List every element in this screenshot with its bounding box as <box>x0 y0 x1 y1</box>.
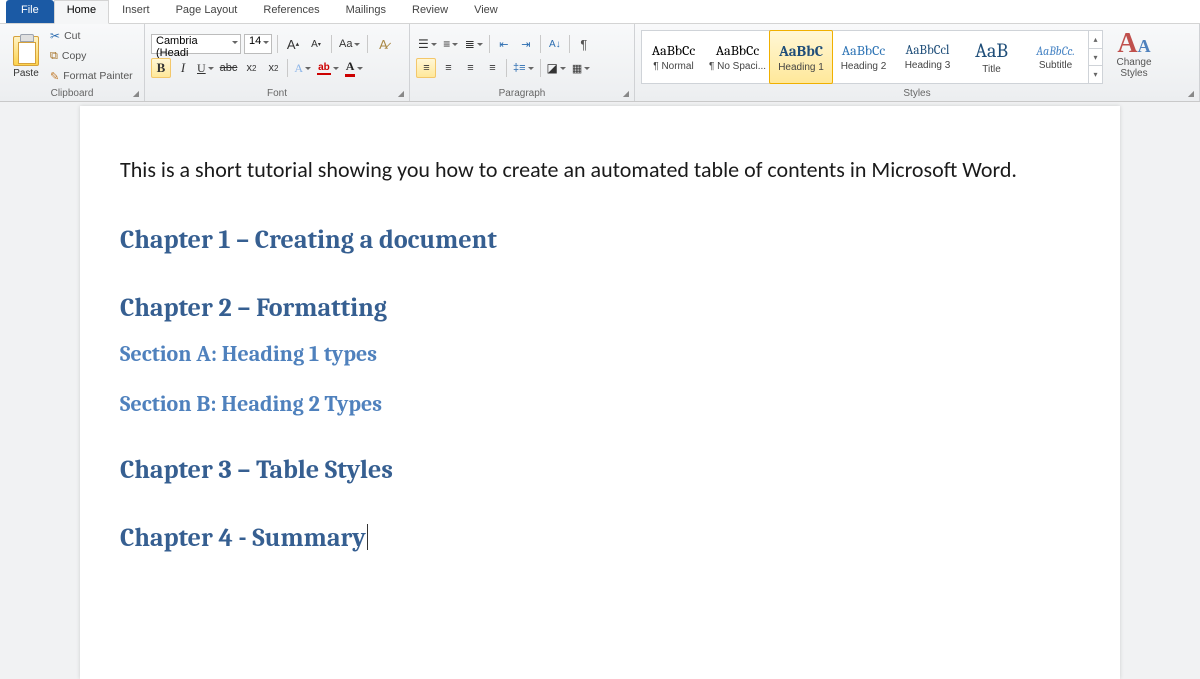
borders-button[interactable]: ▦ <box>570 58 592 78</box>
multilevel-list-button[interactable]: ≣ <box>463 34 485 54</box>
page[interactable]: This is a short tutorial showing you how… <box>80 106 1120 679</box>
ribbon-tabs: File Home Insert Page Layout References … <box>0 0 1200 24</box>
clipboard-launcher-icon[interactable]: ◢ <box>131 89 141 99</box>
tab-insert[interactable]: Insert <box>109 0 163 23</box>
group-label-clipboard: Clipboard ◢ <box>0 88 144 101</box>
tab-page-layout[interactable]: Page Layout <box>163 0 251 23</box>
heading-chapter-4[interactable]: Chapter 4 - Summary <box>120 523 1080 553</box>
gallery-down-icon[interactable]: ▾ <box>1089 49 1102 67</box>
heading-section-a[interactable]: Section A: Heading 1 types <box>120 341 1080 367</box>
copy-icon: ⧉ <box>50 50 58 63</box>
style-no-spacing[interactable]: AaBbCc ¶ No Spaci... <box>706 31 770 83</box>
change-case-button[interactable]: Aa <box>337 34 362 54</box>
format-painter-button[interactable]: ✎ Format Painter <box>50 67 133 85</box>
superscript-button[interactable]: x2 <box>263 58 283 78</box>
gallery-up-icon[interactable]: ▴ <box>1089 31 1102 49</box>
style-subtitle[interactable]: AaBbCc. Subtitle <box>1024 31 1088 83</box>
highlight-button[interactable]: ab <box>315 58 341 78</box>
paste-icon <box>13 36 39 66</box>
bold-button[interactable]: B <box>151 58 171 78</box>
underline-button[interactable]: U <box>195 58 216 78</box>
justify-button[interactable]: ≡ <box>482 58 502 78</box>
align-left-button[interactable]: ≡ <box>416 58 436 78</box>
heading-chapter-1[interactable]: Chapter 1 – Creating a document <box>120 225 1080 255</box>
paste-label: Paste <box>13 68 39 79</box>
tab-view[interactable]: View <box>461 0 511 23</box>
font-color-button[interactable]: A <box>343 58 366 78</box>
cut-button[interactable]: ✂ Cut <box>50 27 133 45</box>
gallery-more-icon[interactable]: ▾ <box>1089 66 1102 83</box>
scissors-icon: ✂ <box>50 29 60 43</box>
cut-label: Cut <box>64 30 80 42</box>
align-right-button[interactable]: ≡ <box>460 58 480 78</box>
font-name-select[interactable]: Cambria (Headi <box>151 34 241 54</box>
style-heading-2[interactable]: AaBbCc Heading 2 <box>832 31 896 83</box>
style-normal[interactable]: AaBbCc ¶ Normal <box>642 31 706 83</box>
strikethrough-button[interactable]: abc <box>218 58 240 78</box>
change-styles-button[interactable]: AA Change Styles <box>1107 33 1161 79</box>
format-painter-label: Format Painter <box>63 70 132 82</box>
tab-file[interactable]: File <box>6 0 54 23</box>
style-heading-1[interactable]: AaBbC Heading 1 <box>769 30 833 84</box>
sort-button[interactable]: A↓ <box>545 34 565 54</box>
tab-review[interactable]: Review <box>399 0 461 23</box>
copy-button[interactable]: ⧉ Copy <box>50 47 133 65</box>
clear-formatting-button[interactable]: A̷ <box>373 34 393 54</box>
copy-label: Copy <box>62 50 87 62</box>
shading-button[interactable]: ◪ <box>545 58 568 78</box>
heading-chapter-3[interactable]: Chapter 3 – Table Styles <box>120 455 1080 485</box>
shrink-font-button[interactable]: A▾ <box>306 34 326 54</box>
line-spacing-button[interactable]: ‡≡ <box>511 58 536 78</box>
decrease-indent-button[interactable]: ⇤ <box>494 34 514 54</box>
tab-references[interactable]: References <box>250 0 332 23</box>
increase-indent-button[interactable]: ⇥ <box>516 34 536 54</box>
show-hide-button[interactable]: ¶ <box>574 34 594 54</box>
text-effects-button[interactable]: A <box>292 58 313 78</box>
bullets-button[interactable]: ☰ <box>416 34 439 54</box>
styles-launcher-icon[interactable]: ◢ <box>1186 89 1196 99</box>
paragraph-launcher-icon[interactable]: ◢ <box>621 89 631 99</box>
text-cursor <box>367 524 368 550</box>
group-paragraph: ☰ ≡ ≣ ⇤ ⇥ A↓ ¶ ≡ ≡ ≡ <box>410 24 635 101</box>
heading-section-b[interactable]: Section B: Heading 2 Types <box>120 391 1080 417</box>
group-styles: AaBbCc ¶ Normal AaBbCc ¶ No Spaci... AaB… <box>635 24 1200 101</box>
styles-gallery-scroll[interactable]: ▴ ▾ ▾ <box>1088 31 1102 83</box>
numbering-button[interactable]: ≡ <box>441 34 461 54</box>
align-center-button[interactable]: ≡ <box>438 58 458 78</box>
style-title[interactable]: AaB Title <box>960 31 1024 83</box>
document-area: This is a short tutorial showing you how… <box>0 102 1200 679</box>
intro-paragraph[interactable]: This is a short tutorial showing you how… <box>120 156 1080 185</box>
tab-mailings[interactable]: Mailings <box>333 0 399 23</box>
tab-home[interactable]: Home <box>54 0 109 24</box>
paste-button[interactable]: Paste <box>6 34 46 79</box>
subscript-button[interactable]: x2 <box>241 58 261 78</box>
group-label-styles: Styles ◢ <box>635 88 1199 101</box>
grow-font-button[interactable]: A▴ <box>283 34 303 54</box>
style-heading-3[interactable]: AaBbCcl Heading 3 <box>896 31 960 83</box>
group-label-font: Font ◢ <box>145 88 409 101</box>
ribbon: File Home Insert Page Layout References … <box>0 0 1200 102</box>
font-size-select[interactable]: 14 <box>244 34 272 54</box>
group-label-paragraph: Paragraph ◢ <box>410 88 634 101</box>
styles-gallery: AaBbCc ¶ Normal AaBbCc ¶ No Spaci... AaB… <box>641 30 1103 84</box>
font-launcher-icon[interactable]: ◢ <box>396 89 406 99</box>
heading-chapter-2[interactable]: Chapter 2 – Formatting <box>120 293 1080 323</box>
italic-button[interactable]: I <box>173 58 193 78</box>
group-clipboard: Paste ✂ Cut ⧉ Copy ✎ Format Painter <box>0 24 145 101</box>
brush-icon: ✎ <box>50 70 59 83</box>
ribbon-body: Paste ✂ Cut ⧉ Copy ✎ Format Painter <box>0 24 1200 102</box>
group-font: Cambria (Headi 14 A▴ A▾ Aa A̷ <box>145 24 410 101</box>
